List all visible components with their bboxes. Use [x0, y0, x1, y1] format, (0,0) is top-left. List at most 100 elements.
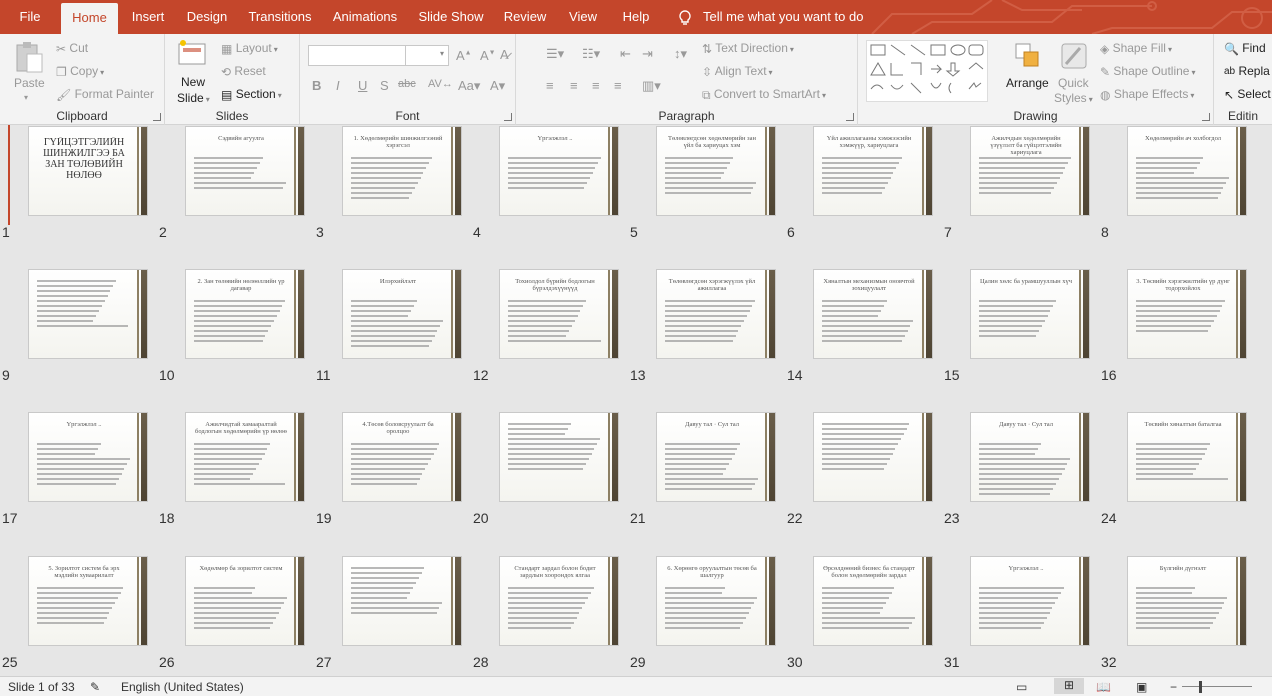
slide-thumbnail-item[interactable]: 1. Хөдөлмөрийн шинжилгээний хэрэгсэл 3 — [314, 126, 462, 246]
slide-thumbnail-item[interactable]: Хяналтын механизмын оновчтой зохицуулалт… — [785, 269, 933, 389]
slide-thumbnail-item[interactable]: Хөдөлмөрийн ач холбогдол 8 — [1099, 126, 1247, 246]
tab-help[interactable]: Help — [616, 0, 656, 34]
zoom-slider-track[interactable] — [1182, 686, 1252, 687]
slide-thumbnail[interactable]: Цалин хөлс ба урамшууллын хүч — [970, 269, 1090, 359]
shape-effects-button[interactable]: ◍ Shape Effects ▾ — [1100, 86, 1194, 104]
slide-thumbnail-item[interactable]: Бүлгийн дүгнэлт 32 — [1099, 556, 1247, 676]
quick-styles-label-1[interactable]: Quick — [1058, 75, 1089, 91]
cut-button[interactable]: ✂ Cut — [56, 40, 88, 57]
paragraph-dialog-launcher[interactable] — [846, 113, 854, 121]
font-size-box[interactable]: ▾ — [405, 45, 449, 66]
section-button[interactable]: ▤ Section ▾ — [221, 86, 282, 104]
align-text-button[interactable]: ⇳ Align Text ▾ — [702, 63, 773, 81]
columns-icon[interactable]: ▥▾ — [642, 78, 661, 94]
reset-button[interactable]: ⟲ Reset — [221, 63, 266, 80]
clear-formatting-icon[interactable]: A̷ — [500, 47, 509, 62]
decrease-indent-icon[interactable]: ⇤ — [620, 46, 631, 62]
format-painter-button[interactable]: 🖌 Format Painter — [56, 86, 154, 103]
align-center-icon[interactable]: ≡ — [570, 78, 578, 93]
strikethrough-icon[interactable]: abc — [398, 78, 416, 90]
slide-thumbnail[interactable]: Тохиолдол бүрийн бодлогын бүрэлдэхүүнүүд — [499, 269, 619, 359]
new-slide-label-1[interactable]: New — [181, 74, 205, 90]
slide-thumbnail[interactable]: 1. Хөдөлмөрийн шинжилгээний хэрэгсэл — [342, 126, 462, 216]
slide-thumbnail-item[interactable]: Өрсөлдөөний бизнес ба стандарт болон хөд… — [785, 556, 933, 676]
numbering-icon[interactable]: ☷▾ — [582, 46, 600, 62]
slide-thumbnail-item[interactable]: Ажилчдын хөдөлмөрийн үзүүлэлт ба гүйцэтг… — [942, 126, 1090, 246]
shape-outline-button[interactable]: ✎ Shape Outline ▾ — [1100, 63, 1195, 81]
tab-animations[interactable]: Animations — [328, 0, 402, 34]
slide-thumbnail-item[interactable]: Стандарт зардал болон бодит зардлын хоор… — [471, 556, 619, 676]
slide-thumbnail[interactable]: Төсвийн хяналтын баталгаа — [1127, 412, 1247, 502]
slide-thumbnail-item[interactable]: Цалин хөлс ба урамшууллын хүч 15 — [942, 269, 1090, 389]
slide-thumbnail[interactable]: Ажилчдын хөдөлмөрийн үзүүлэлт ба гүйцэтг… — [970, 126, 1090, 216]
slide-thumbnail[interactable]: 4.Төсөв боловсруулалт ба оролцоо — [342, 412, 462, 502]
slide-thumbnail[interactable]: Стандарт зардал болон бодит зардлын хоор… — [499, 556, 619, 646]
tab-file[interactable]: File — [10, 0, 50, 34]
slide-thumbnail-item[interactable]: Төсвийн хяналтын баталгаа 24 — [1099, 412, 1247, 532]
slide-thumbnail[interactable]: Хяналтын механизмын оновчтой зохицуулалт — [813, 269, 933, 359]
decrease-font-icon[interactable]: A▼ — [480, 48, 496, 63]
tab-home[interactable]: Home — [61, 3, 118, 34]
zoom-slider-thumb[interactable] — [1199, 681, 1202, 693]
align-right-icon[interactable]: ≡ — [592, 78, 600, 93]
spell-check-icon[interactable]: ✎ — [90, 680, 100, 694]
slide-thumbnail[interactable] — [813, 412, 933, 502]
slide-thumbnail[interactable]: Хөдөлмөр ба зорилтот систем — [185, 556, 305, 646]
slide-thumbnail[interactable]: Бүлгийн дүгнэлт — [1127, 556, 1247, 646]
convert-smartart-button[interactable]: ⧉ Convert to SmartArt ▾ — [702, 86, 826, 104]
character-spacing-icon[interactable]: AV↔ — [428, 78, 453, 90]
slide-thumbnail-item[interactable]: 2. Зан төлөвийн нөлөөллийн үр дагавар 10 — [157, 269, 305, 389]
slide-thumbnail[interactable]: Төлөвлөгдсөн хэрэгжүүлэх үйл ажиллагаа — [656, 269, 776, 359]
bold-icon[interactable]: B — [312, 78, 321, 93]
slide-thumbnail[interactable]: 6. Хөрөнгө оруулалтын төсөв ба шалгуур — [656, 556, 776, 646]
slide-thumbnail[interactable]: 2. Зан төлөвийн нөлөөллийн үр дагавар — [185, 269, 305, 359]
replace-button[interactable]: ab Repla — [1224, 63, 1270, 80]
slide-thumbnail-item[interactable]: Ажилчидтай хамааралтай бодлогын хөдөлмөр… — [157, 412, 305, 532]
slide-thumbnail-item[interactable]: Тохиолдол бүрийн бодлогын бүрэлдэхүүнүүд… — [471, 269, 619, 389]
slide-thumbnail-item[interactable]: Үргэлжлэл .. 17 — [0, 412, 148, 532]
slide-thumbnail-item[interactable]: Төлөвлөгдсөн хэрэгжүүлэх үйл ажиллагаа 13 — [628, 269, 776, 389]
shapes-gallery[interactable] — [866, 40, 988, 102]
slide-thumbnail-item[interactable]: Хөдөлмөр ба зорилтот систем 26 — [157, 556, 305, 676]
slide-thumbnail[interactable]: Үргэлжлэл .. — [28, 412, 148, 502]
copy-button[interactable]: ❐ Copy ▾ — [56, 63, 104, 81]
slide-thumbnail-item[interactable]: Сэдвийн агуулга 2 — [157, 126, 305, 246]
increase-indent-icon[interactable]: ⇥ — [642, 46, 653, 62]
italic-icon[interactable]: I — [336, 78, 340, 93]
slide-thumbnail-item[interactable]: Төлөвлөгдсөн хөдөлмөрийн зан үйл ба хари… — [628, 126, 776, 246]
slide-thumbnail[interactable]: Өрсөлдөөний бизнес ба стандарт болон хөд… — [813, 556, 933, 646]
quick-styles-button[interactable]: Styles ▾ — [1054, 90, 1093, 108]
text-direction-button[interactable]: ⇅ Text Direction ▾ — [702, 40, 794, 58]
slide-thumbnail-item[interactable]: 6. Хөрөнгө оруулалтын төсөв ба шалгуур 29 — [628, 556, 776, 676]
paste-dropdown-icon[interactable]: ▾ — [24, 90, 28, 106]
slide-thumbnail-item[interactable]: ГҮЙЦЭТГЭЛИЙН ШИНЖИЛГЭЭ БА ЗАН ТӨЛӨВИЙН Н… — [0, 126, 148, 246]
increase-font-icon[interactable]: A▲ — [456, 48, 472, 63]
shadow-icon[interactable]: S — [380, 78, 389, 93]
slide-thumbnail-item[interactable]: 22 — [785, 412, 933, 532]
select-button[interactable]: ↖ Select — [1224, 86, 1271, 103]
slide-thumbnail[interactable] — [499, 412, 619, 502]
change-case-icon[interactable]: Aa▾ — [458, 78, 480, 94]
align-left-icon[interactable]: ≡ — [546, 78, 554, 93]
slide-thumbnail-item[interactable]: Давуу тал · Сул тал 23 — [942, 412, 1090, 532]
tab-design[interactable]: Design — [182, 0, 232, 34]
slide-thumbnail[interactable]: Ажилчидтай хамааралтай бодлогын хөдөлмөр… — [185, 412, 305, 502]
slide-thumbnail-item[interactable]: 9 — [0, 269, 148, 389]
reading-view-icon[interactable]: 📖 — [1096, 680, 1111, 694]
tab-review[interactable]: Review — [500, 0, 550, 34]
slide-thumbnail[interactable] — [28, 269, 148, 359]
font-name-box[interactable] — [308, 45, 406, 66]
clipboard-dialog-launcher[interactable] — [153, 113, 161, 121]
slide-thumbnail[interactable]: Үйл ажиллагааны хэмжээсийн хэмжүүр, хари… — [813, 126, 933, 216]
paste-button[interactable]: Paste — [14, 75, 45, 91]
shape-fill-button[interactable]: ◈ Shape Fill ▾ — [1100, 40, 1172, 58]
slide-thumbnail[interactable] — [342, 556, 462, 646]
slide-thumbnail-item[interactable]: Давуу тал · Сул тал 21 — [628, 412, 776, 532]
slide-thumbnail-item[interactable]: Үргэлжлэл .. 4 — [471, 126, 619, 246]
slide-thumbnail[interactable]: Үргэлжлэл .. — [499, 126, 619, 216]
slide-sorter[interactable]: ГҮЙЦЭТГЭЛИЙН ШИНЖИЛГЭЭ БА ЗАН ТӨЛӨВИЙН Н… — [0, 125, 1272, 676]
slide-thumbnail[interactable]: Үргэлжлэл .. — [970, 556, 1090, 646]
tell-me-search[interactable]: Tell me what you want to do — [678, 0, 863, 34]
line-spacing-icon[interactable]: ↕▾ — [674, 46, 687, 62]
slide-sorter-view-icon[interactable]: ⊞ — [1054, 678, 1084, 694]
